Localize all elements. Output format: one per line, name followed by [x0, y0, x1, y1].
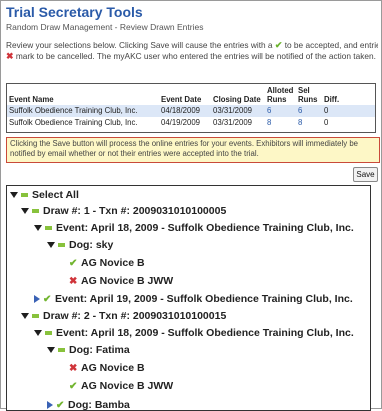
partial-check-icon[interactable]	[32, 209, 39, 214]
tree-label: Draw #: 2 - Txn #: 2009031010100015	[43, 310, 227, 322]
tree-draw2-dog-fatima[interactable]: Dog: Fatima	[47, 343, 130, 357]
tree-label: Select All	[32, 189, 79, 201]
table-row: Suffolk Obedience Training Club, Inc. 04…	[7, 117, 375, 129]
partial-check-icon[interactable]	[21, 193, 28, 198]
collapse-arrow-icon[interactable]	[47, 242, 55, 249]
tree-label: Event: April 19, 2009 - Suffolk Obedienc…	[55, 293, 353, 305]
page-title: Trial Secretary Tools	[6, 4, 143, 20]
check-icon[interactable]: ✔	[69, 257, 78, 271]
col-alloted-runs: Alloted Runs	[267, 86, 294, 104]
intro-line1-post: to be accepted, and entries with a	[284, 40, 378, 50]
tree-draw1-event-apr19[interactable]: ✔ Event: April 19, 2009 - Suffolk Obedien…	[34, 292, 353, 306]
tree-label: AG Novice B	[81, 257, 145, 269]
check-icon[interactable]: ✔	[43, 293, 52, 307]
tree-draw-1[interactable]: Draw #: 1 - Txn #: 2009031010100005	[21, 204, 226, 218]
entries-tree[interactable]: Select All Draw #: 1 - Txn #: 2009031010…	[6, 185, 371, 411]
partial-check-icon[interactable]	[32, 314, 39, 319]
col-closing-date: Closing Date	[213, 95, 261, 104]
tree-draw1-dog-sky[interactable]: Dog: sky	[47, 238, 113, 252]
tree-label: AG Novice B JWW	[81, 275, 174, 287]
col-diff: Diff.	[324, 95, 340, 104]
cell-event-date: 04/19/2009	[159, 117, 211, 129]
collapse-arrow-icon[interactable]	[21, 313, 29, 320]
cell-alloted: 6	[265, 105, 296, 117]
page-subtitle: Random Draw Management - Review Drawn En…	[6, 22, 204, 32]
collapse-arrow-icon[interactable]	[10, 192, 18, 199]
tree-draw2-entry-novice-b-jww[interactable]: ✔ AG Novice B JWW	[69, 379, 173, 393]
partial-check-icon[interactable]	[58, 243, 65, 248]
check-icon[interactable]: ✔	[69, 380, 78, 394]
cell-event-name: Suffolk Obedience Training Club, Inc.	[7, 117, 159, 129]
cell-event-name: Suffolk Obedience Training Club, Inc.	[7, 105, 159, 117]
tree-draw2-dog-bamba[interactable]: ✔ Dog: Bamba	[47, 398, 130, 411]
cell-diff: 0	[322, 105, 375, 117]
partial-check-icon[interactable]	[45, 331, 52, 336]
partial-check-icon[interactable]	[58, 348, 65, 353]
expand-arrow-icon[interactable]	[34, 295, 40, 304]
intro-text: Review your selections below. Clicking S…	[6, 40, 378, 62]
cell-diff: 0	[322, 117, 375, 129]
cell-sel: 6	[296, 105, 322, 117]
tree-draw-2[interactable]: Draw #: 2 - Txn #: 2009031010100015	[21, 309, 226, 323]
cell-sel: 8	[296, 117, 322, 129]
cell-closing-date: 03/31/2009	[211, 117, 265, 129]
save-button[interactable]: Save	[353, 167, 378, 182]
tree-draw1-entry-novice-b[interactable]: ✔ AG Novice B	[69, 256, 145, 270]
cell-event-date: 04/18/2009	[159, 105, 211, 117]
collapse-arrow-icon[interactable]	[34, 225, 42, 232]
tree-label: AG Novice B	[81, 362, 145, 374]
col-sel-runs: Sel Runs	[298, 86, 318, 104]
cancel-x-icon[interactable]: ✖	[69, 275, 78, 289]
cell-closing-date: 03/31/2009	[211, 105, 265, 117]
expand-arrow-icon[interactable]	[47, 401, 53, 410]
col-event-date: Event Date	[161, 95, 202, 104]
tree-draw1-event-apr18[interactable]: Event: April 18, 2009 - Suffolk Obedienc…	[34, 221, 354, 235]
partial-check-icon[interactable]	[45, 226, 52, 231]
collapse-arrow-icon[interactable]	[47, 347, 55, 354]
tree-label: Dog: Fatima	[69, 344, 130, 356]
tree-label: Dog: Bamba	[68, 399, 130, 411]
table-row: Suffolk Obedience Training Club, Inc. 04…	[7, 105, 375, 117]
tree-draw2-entry-novice-b[interactable]: ✖ AG Novice B	[69, 361, 145, 375]
intro-line2-post: mark to be cancelled. The myAKC user who…	[13, 51, 376, 61]
tree-select-all[interactable]: Select All	[10, 188, 79, 202]
tree-label: AG Novice B JWW	[81, 380, 174, 392]
check-icon[interactable]: ✔	[56, 399, 65, 410]
events-table: Event Name Event Date Closing Date Allot…	[6, 83, 376, 133]
tree-label: Event: April 18, 2009 - Suffolk Obedienc…	[56, 327, 354, 339]
notice-box: Clicking the Save button will process th…	[6, 137, 380, 163]
tree-label: Draw #: 1 - Txn #: 2009031010100005	[43, 205, 227, 217]
cancel-x-icon[interactable]: ✖	[69, 362, 78, 376]
intro-line1-pre: Review your selections below. Clicking S…	[6, 40, 275, 50]
col-event-name: Event Name	[9, 95, 54, 104]
tree-label: Event: April 18, 2009 - Suffolk Obedienc…	[56, 222, 354, 234]
collapse-arrow-icon[interactable]	[34, 330, 42, 337]
tree-draw2-event-apr18[interactable]: Event: April 18, 2009 - Suffolk Obedienc…	[34, 326, 354, 340]
tree-draw1-entry-novice-b-jww[interactable]: ✖ AG Novice B JWW	[69, 274, 173, 288]
tree-label: Dog: sky	[69, 239, 114, 251]
cancel-x-icon: ✖	[6, 51, 14, 61]
cell-alloted: 8	[265, 117, 296, 129]
collapse-arrow-icon[interactable]	[21, 208, 29, 215]
